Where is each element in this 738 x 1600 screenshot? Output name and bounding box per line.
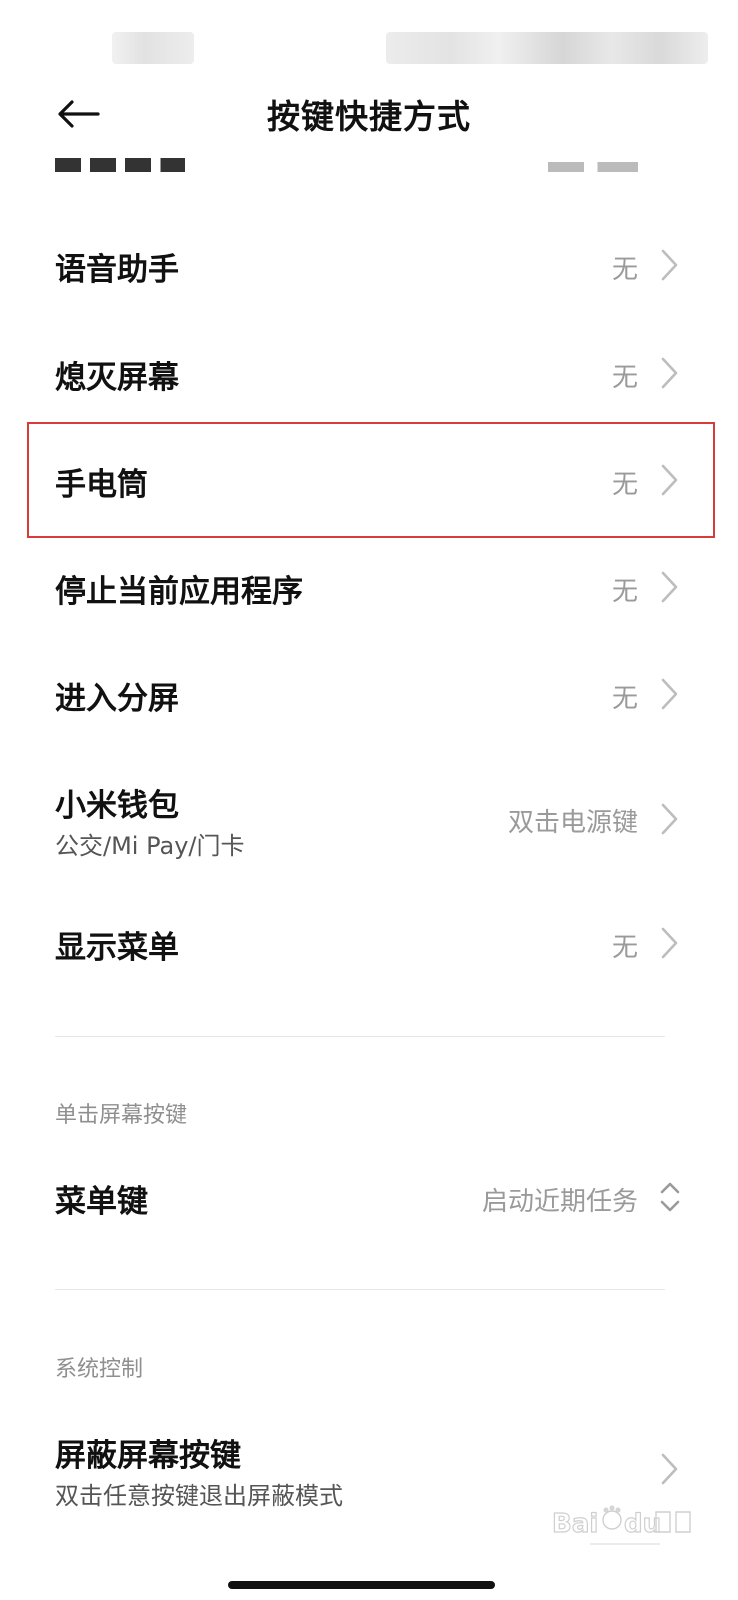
row-flashlight[interactable]: 手电筒 无	[0, 443, 738, 517]
row-label: 菜单键	[55, 1184, 148, 1220]
row-stop-current-app[interactable]: 停止当前应用程序 无	[0, 550, 738, 624]
row-value: 无	[611, 255, 638, 285]
home-indicator[interactable]	[228, 1581, 495, 1589]
chevron-right-icon	[661, 464, 678, 496]
row-label: 语音助手	[55, 252, 179, 288]
row-mi-wallet[interactable]: 小米钱包 公交/Mi Pay/门卡 双击电源键	[0, 770, 738, 870]
section-divider	[55, 1289, 665, 1290]
row-value: 无	[611, 577, 638, 607]
row-label: 小米钱包	[55, 788, 179, 824]
row-value: 无	[611, 684, 638, 714]
row-label: 手电筒	[55, 467, 148, 503]
page-title: 按键快捷方式	[267, 97, 471, 136]
app-header: 按键快捷方式	[0, 70, 738, 158]
row-show-menu[interactable]: 显示菜单 无	[0, 906, 738, 980]
row-voice-assistant[interactable]: 语音助手 无	[0, 228, 738, 302]
row-value: 无	[611, 470, 638, 500]
row-label: 进入分屏	[55, 681, 179, 717]
dropdown-value: 启动近期任务	[481, 1187, 638, 1217]
baidu-jingyan-watermark: Bai du	[550, 1500, 700, 1550]
status-bar-blurred-left	[112, 32, 194, 64]
chevron-right-icon	[661, 249, 678, 281]
row-label: 停止当前应用程序	[55, 574, 303, 610]
chevron-right-icon	[661, 571, 678, 603]
row-value: 无	[611, 363, 638, 393]
row-screen-off[interactable]: 熄灭屏幕 无	[0, 336, 738, 410]
chevron-right-icon	[661, 1453, 678, 1485]
section-divider	[55, 1036, 665, 1037]
row-label: 显示菜单	[55, 930, 179, 966]
baidu-logo-icon: Bai du	[551, 1505, 691, 1545]
chevron-right-icon	[661, 927, 678, 959]
status-bar	[0, 0, 738, 70]
row-label: 屏蔽屏幕按键	[55, 1438, 241, 1474]
row-menu-key[interactable]: 菜单键 启动近期任务	[0, 1160, 738, 1234]
row-subtitle: 双击任意按键退出屏蔽模式	[55, 1482, 343, 1510]
row-value: 双击电源键	[507, 808, 638, 838]
row-subtitle: 公交/Mi Pay/门卡	[55, 832, 245, 860]
chevron-right-icon	[661, 357, 678, 389]
section-header-system-control: 系统控制	[55, 1357, 144, 1382]
chevron-up-down-icon	[660, 1182, 680, 1212]
chevron-right-icon	[661, 678, 678, 710]
row-value: 无	[611, 933, 638, 963]
svg-text:Bai: Bai	[552, 1509, 598, 1539]
row-label: 熄灭屏幕	[55, 360, 179, 396]
status-bar-blurred-right	[386, 32, 708, 64]
chevron-right-icon	[661, 803, 678, 835]
row-split-screen[interactable]: 进入分屏 无	[0, 657, 738, 731]
section-header-single-tap: 单击屏幕按键	[55, 1103, 188, 1128]
